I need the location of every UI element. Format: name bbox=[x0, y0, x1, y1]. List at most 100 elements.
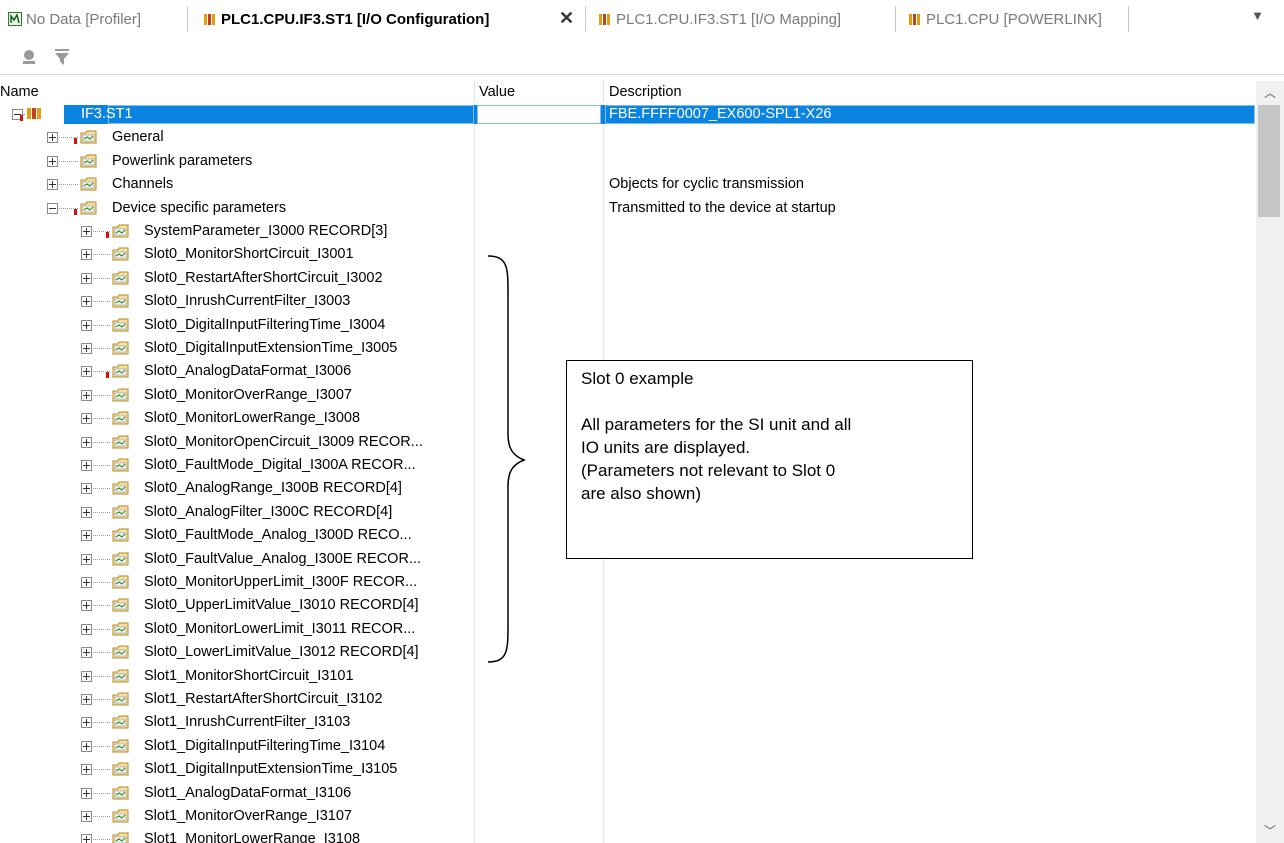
expand-icon[interactable] bbox=[81, 436, 92, 448]
expand-icon[interactable] bbox=[81, 600, 92, 612]
tree-row[interactable]: Slot0_MonitorLowerLimit_I3011 RECOR... bbox=[0, 619, 1256, 642]
expand-icon[interactable] bbox=[81, 670, 92, 682]
parameter-folder-icon bbox=[112, 644, 129, 659]
tree-row[interactable]: Slot0_RestartAfterShortCircuit_I3002 bbox=[0, 268, 1256, 291]
expand-icon[interactable] bbox=[81, 296, 92, 308]
expand-icon[interactable] bbox=[81, 694, 92, 705]
expand-icon[interactable] bbox=[81, 787, 92, 799]
tree-row-label: Slot1_MonitorOverRange_I3107 bbox=[144, 808, 352, 824]
tree-row[interactable]: Slot0_MonitorShortCircuit_I3001 bbox=[0, 244, 1256, 267]
tree-row[interactable]: Slot0_DigitalInputFilteringTime_I3004 bbox=[0, 315, 1256, 338]
tree-row[interactable]: Channels Objects for cyclic transmission bbox=[0, 174, 1256, 197]
scroll-down-arrow-icon[interactable]: ﹀ bbox=[1256, 821, 1284, 841]
tree-row[interactable]: Slot1_MonitorLowerRange_I3108 bbox=[0, 829, 1256, 843]
value-cell[interactable] bbox=[477, 105, 601, 124]
tree-row[interactable]: IF3.ST1 FBE.FFFF0007_EX600-SPL1-X26 bbox=[0, 104, 1256, 127]
tree-row[interactable]: Slot1_AnalogDataFormat_I3106 bbox=[0, 783, 1256, 806]
parameter-folder-icon bbox=[112, 270, 129, 285]
expand-icon[interactable] bbox=[81, 530, 92, 542]
column-name-header[interactable]: Name bbox=[0, 84, 39, 100]
tab-close-button[interactable]: ✕ bbox=[559, 8, 574, 29]
vertical-scrollbar[interactable]: ︿ ﹀ bbox=[1256, 81, 1284, 843]
tree-row[interactable]: Powerlink parameters bbox=[0, 151, 1256, 174]
slot0-callout: Slot 0 example All parameters for the SI… bbox=[566, 360, 973, 559]
tab-io-mapping[interactable]: PLC1.CPU.IF3.ST1 [I/O Mapping] bbox=[598, 6, 841, 32]
expand-icon[interactable] bbox=[81, 764, 92, 776]
scroll-thumb[interactable] bbox=[1258, 105, 1280, 217]
column-value-header[interactable]: Value bbox=[479, 84, 515, 100]
expand-icon[interactable] bbox=[81, 366, 92, 378]
tree-row-label: Slot0_FaultValue_Analog_I300E RECOR... bbox=[144, 550, 422, 567]
modified-flag-icon bbox=[106, 372, 109, 379]
expand-icon[interactable] bbox=[81, 717, 92, 729]
expand-icon[interactable] bbox=[81, 647, 92, 659]
callout-text-line3: (Parameters not relevant to Slot 0 bbox=[581, 461, 836, 480]
callout-text-line2: IO units are displayed. bbox=[581, 438, 751, 457]
modified-flag-icon bbox=[74, 138, 77, 145]
parameter-folder-icon bbox=[112, 668, 129, 683]
tab-powerlink[interactable]: PLC1.CPU [POWERLINK] bbox=[908, 6, 1102, 32]
modified-flag-icon bbox=[74, 208, 77, 215]
expand-icon[interactable] bbox=[47, 132, 58, 144]
tree-row-label: Slot0_MonitorShortCircuit_I3001 bbox=[144, 246, 354, 263]
tree-row[interactable]: Slot0_DigitalInputExtensionTime_I3005 bbox=[0, 338, 1256, 361]
tree-row-label: Slot1_InrushCurrentFilter_I3103 bbox=[144, 714, 351, 731]
expand-icon[interactable] bbox=[81, 413, 92, 425]
expand-icon[interactable] bbox=[81, 834, 92, 843]
expand-icon[interactable] bbox=[47, 179, 58, 191]
expand-icon[interactable] bbox=[81, 577, 92, 588]
collapse-icon[interactable] bbox=[47, 202, 58, 214]
expand-icon[interactable] bbox=[47, 155, 58, 167]
column-description-header[interactable]: Description bbox=[609, 84, 682, 100]
tree-row-label: Slot0_MonitorOverRange_I3007 bbox=[144, 386, 352, 403]
tree-row-label: Slot0_MonitorOpenCircuit_I3009 RECOR... bbox=[144, 433, 423, 450]
connect-icon[interactable] bbox=[20, 48, 38, 66]
tree-row[interactable]: Device specific parameters Transmitted to… bbox=[0, 198, 1256, 221]
parameter-folder-icon bbox=[112, 246, 129, 261]
tree-row[interactable]: Slot1_InrushCurrentFilter_I3103 bbox=[0, 712, 1256, 735]
tab-io-configuration[interactable]: PLC1.CPU.IF3.ST1 [I/O Configuration] bbox=[203, 6, 489, 32]
expand-icon[interactable] bbox=[81, 506, 92, 518]
tree-row[interactable]: SystemParameter_I3000 RECORD[3] bbox=[0, 221, 1256, 244]
expand-icon[interactable] bbox=[81, 553, 92, 565]
tree-row[interactable]: Slot0_UpperLimitValue_I3010 RECORD[4] bbox=[0, 595, 1256, 618]
scroll-up-arrow-icon[interactable]: ︿ bbox=[1256, 83, 1284, 103]
tree-row[interactable]: Slot1_MonitorShortCircuit_I3101 bbox=[0, 666, 1256, 689]
expand-icon[interactable] bbox=[81, 319, 92, 331]
tree-row[interactable]: Slot1_MonitorOverRange_I3107 bbox=[0, 806, 1256, 829]
expand-icon[interactable] bbox=[81, 272, 92, 284]
tree-row[interactable]: Slot0_LowerLimitValue_I3012 RECORD[4] bbox=[0, 642, 1256, 665]
tree-row[interactable]: Slot1_DigitalInputExtensionTime_I3105 bbox=[0, 759, 1256, 782]
tree-row[interactable]: Slot1_DigitalInputFilteringTime_I3104 bbox=[0, 736, 1256, 759]
expand-icon[interactable] bbox=[81, 483, 92, 495]
tree-row[interactable]: Slot1_RestartAfterShortCircuit_I3102 bbox=[0, 689, 1256, 712]
expand-icon[interactable] bbox=[81, 740, 92, 752]
expand-icon[interactable] bbox=[81, 343, 92, 354]
expand-icon[interactable] bbox=[81, 389, 92, 401]
tree-row-label: Slot1_DigitalInputExtensionTime_I3105 bbox=[144, 761, 398, 778]
expand-icon[interactable] bbox=[81, 460, 92, 471]
slot0-brace bbox=[487, 255, 527, 663]
expand-icon[interactable] bbox=[81, 811, 92, 822]
tab-profiler[interactable]: No Data [Profiler] bbox=[8, 6, 141, 32]
tree-row-label: Slot0_DigitalInputFilteringTime_I3004 bbox=[144, 316, 386, 333]
parameter-folder-icon bbox=[112, 363, 129, 378]
expand-icon[interactable] bbox=[81, 623, 92, 635]
filter-icon[interactable] bbox=[53, 48, 71, 66]
parameter-folder-icon bbox=[80, 129, 97, 144]
tree-row[interactable]: Slot0_InrushCurrentFilter_I3003 bbox=[0, 291, 1256, 314]
parameter-folder-icon bbox=[112, 527, 129, 542]
parameter-folder-icon bbox=[112, 574, 129, 589]
modified-flag-icon bbox=[20, 115, 23, 121]
tree-row[interactable]: Slot0_MonitorUpperLimit_I300F RECOR... bbox=[0, 572, 1256, 595]
parameter-folder-icon bbox=[112, 223, 129, 238]
plc-module-icon bbox=[908, 12, 922, 26]
expand-icon[interactable] bbox=[81, 226, 92, 237]
tree-row[interactable]: General bbox=[0, 127, 1256, 150]
parameter-folder-icon bbox=[112, 738, 129, 753]
expand-icon[interactable] bbox=[81, 249, 92, 261]
tree-row-label: Slot1_MonitorLowerRange_I3108 bbox=[144, 831, 361, 843]
tab-list-dropdown-icon[interactable]: ▼ bbox=[1251, 8, 1264, 23]
tree-row-label: Slot0_RestartAfterShortCircuit_I3002 bbox=[144, 269, 383, 286]
tree-row-description: FBE.FFFF0007_EX600-SPL1-X26 bbox=[609, 106, 832, 122]
